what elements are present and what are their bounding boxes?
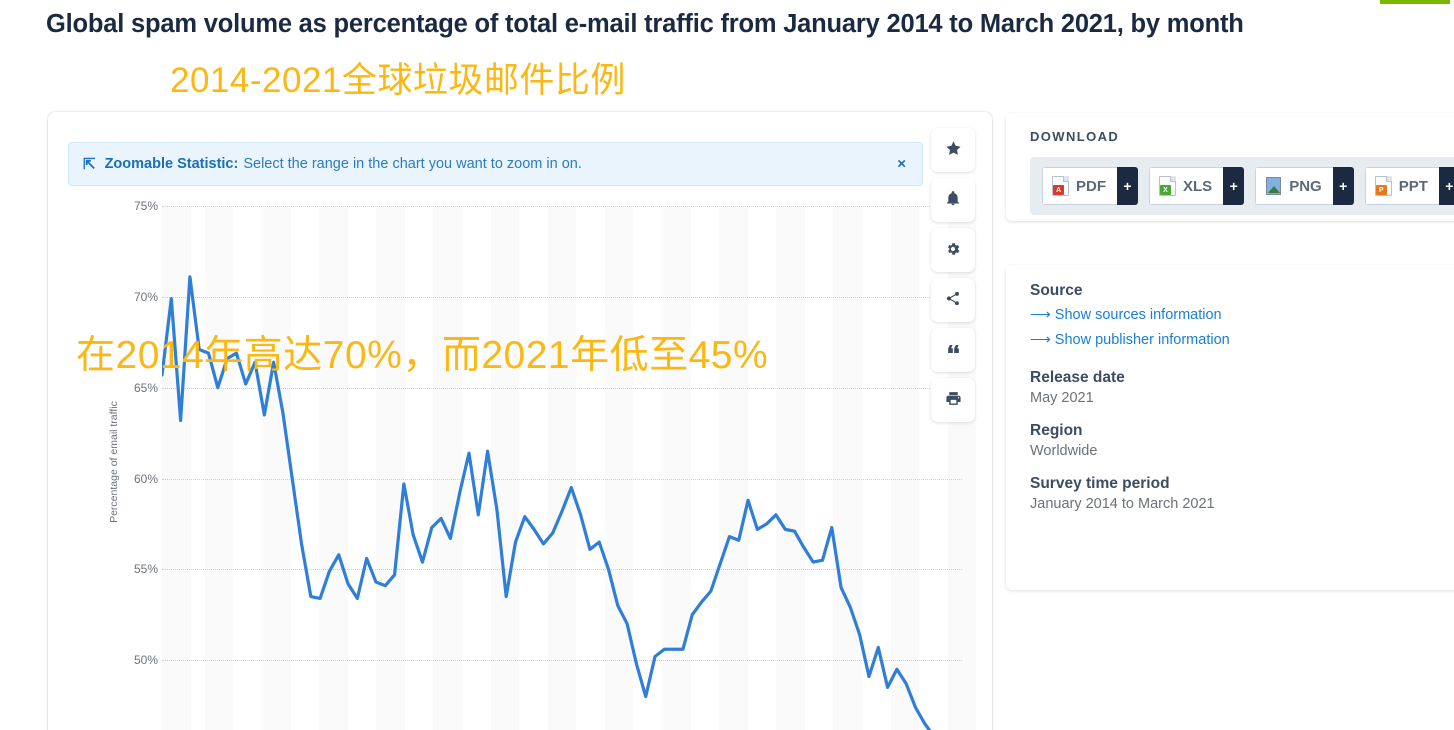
download-pdf-options-button[interactable]: + [1117, 167, 1138, 205]
info-card: Source ⟶ Show sources information ⟶ Show p… [1006, 265, 1454, 590]
title-block: Global spam volume as percentage of tota… [46, 6, 1454, 42]
pdf-file-icon: A [1052, 176, 1069, 196]
download-xls-button[interactable]: X XLS + [1149, 167, 1245, 205]
download-xls-options-button[interactable]: + [1223, 167, 1245, 205]
favorite-star-icon [945, 140, 962, 160]
region-group: Region Worldwide [1030, 422, 1448, 459]
y-tick-50: 50% [133, 653, 158, 668]
survey-time-period-heading: Survey time period [1030, 474, 1170, 492]
png-image-icon [1265, 176, 1282, 196]
citation-quote-icon [945, 341, 962, 360]
y-tick-55: 55% [133, 562, 158, 577]
show-sources-information-link[interactable]: ⟶ Show sources information [1030, 303, 1448, 328]
notification-bell-button[interactable] [931, 178, 975, 222]
download-card: DOWNLOAD A PDF + X XLS + PNG + P PPT + [1006, 113, 1454, 221]
chart-action-toolbar [931, 128, 975, 428]
chinese-annotation: 在2014年高达70%，而2021年低至45% [76, 334, 769, 377]
release-date-group: Release date May 2021 [1030, 369, 1448, 406]
survey-time-period-value: January 2014 to March 2021 [1030, 495, 1215, 512]
download-buttons-row: A PDF + X XLS + PNG + P PPT + [1030, 157, 1454, 215]
download-png-label: PNG [1289, 177, 1322, 195]
expand-arrows-icon: ⇱ [83, 156, 96, 173]
notification-bell-icon [945, 190, 961, 210]
chinese-subtitle: 2014-2021全球垃圾邮件比例 [170, 61, 626, 100]
settings-gear-icon [945, 241, 961, 260]
y-tick-75: 75% [133, 199, 158, 213]
show-publisher-information-label: Show publisher information [1054, 331, 1230, 348]
chart-card: ⇱ Zoomable Statistic: Select the range i… [48, 112, 992, 730]
source-group: Source ⟶ Show sources information ⟶ Show p… [1030, 282, 1448, 353]
download-heading: DOWNLOAD [1030, 129, 1120, 144]
region-value: Worldwide [1030, 442, 1098, 459]
spam-volume-line-chart [162, 275, 932, 730]
y-tick-70: 70% [133, 289, 158, 304]
release-date-value: May 2021 [1030, 389, 1094, 406]
download-xls-label: XLS [1183, 177, 1213, 195]
print-button[interactable] [931, 378, 975, 422]
plot-area[interactable] [162, 206, 977, 730]
banner-strong-label: Zoomable Statistic: [104, 156, 239, 172]
xls-file-icon: X [1159, 176, 1176, 196]
download-pdf-button[interactable]: A PDF + [1042, 167, 1138, 205]
y-tick-65: 65% [133, 380, 158, 395]
survey-time-period-group: Survey time period January 2014 to March… [1030, 475, 1448, 512]
y-tick-60: 60% [133, 471, 158, 486]
share-button[interactable] [931, 278, 975, 322]
chart-plot-wrapper: Percentage of email traffic 45%50%55%60%… [48, 199, 992, 730]
download-ppt-label: PPT [1398, 177, 1428, 195]
arrow-right-icon: ⟶ [1030, 331, 1051, 348]
download-png-button[interactable]: PNG + [1255, 167, 1354, 205]
arrow-right-icon: ⟶ [1030, 307, 1051, 323]
y-axis-tick-labels: 45%50%55%60%65%70%75% [106, 199, 158, 730]
favorite-star-button[interactable] [931, 128, 975, 172]
close-icon[interactable]: × [897, 157, 906, 172]
print-icon [945, 390, 962, 410]
download-pdf-label: PDF [1076, 177, 1106, 195]
download-png-options-button[interactable]: + [1332, 167, 1354, 205]
citation-quote-button[interactable] [931, 328, 975, 372]
source-heading: Source [1030, 282, 1083, 299]
ppt-file-icon: P [1374, 176, 1392, 196]
region-heading: Region [1030, 421, 1083, 439]
settings-gear-button[interactable] [931, 228, 975, 272]
download-ppt-options-button[interactable]: + [1438, 167, 1454, 205]
share-icon [945, 290, 961, 310]
show-publisher-information-link[interactable]: ⟶ Show publisher information [1030, 328, 1448, 353]
zoomable-statistic-banner: ⇱ Zoomable Statistic: Select the range i… [68, 142, 923, 186]
download-ppt-button[interactable]: P PPT + [1364, 167, 1454, 205]
banner-text: Select the range in the chart you want t… [243, 156, 582, 172]
page-title: Global spam volume as percentage of tota… [46, 10, 1244, 38]
show-sources-information-label: Show sources information [1054, 307, 1222, 323]
release-date-heading: Release date [1030, 368, 1125, 386]
green-accent-bar [1380, 0, 1450, 4]
